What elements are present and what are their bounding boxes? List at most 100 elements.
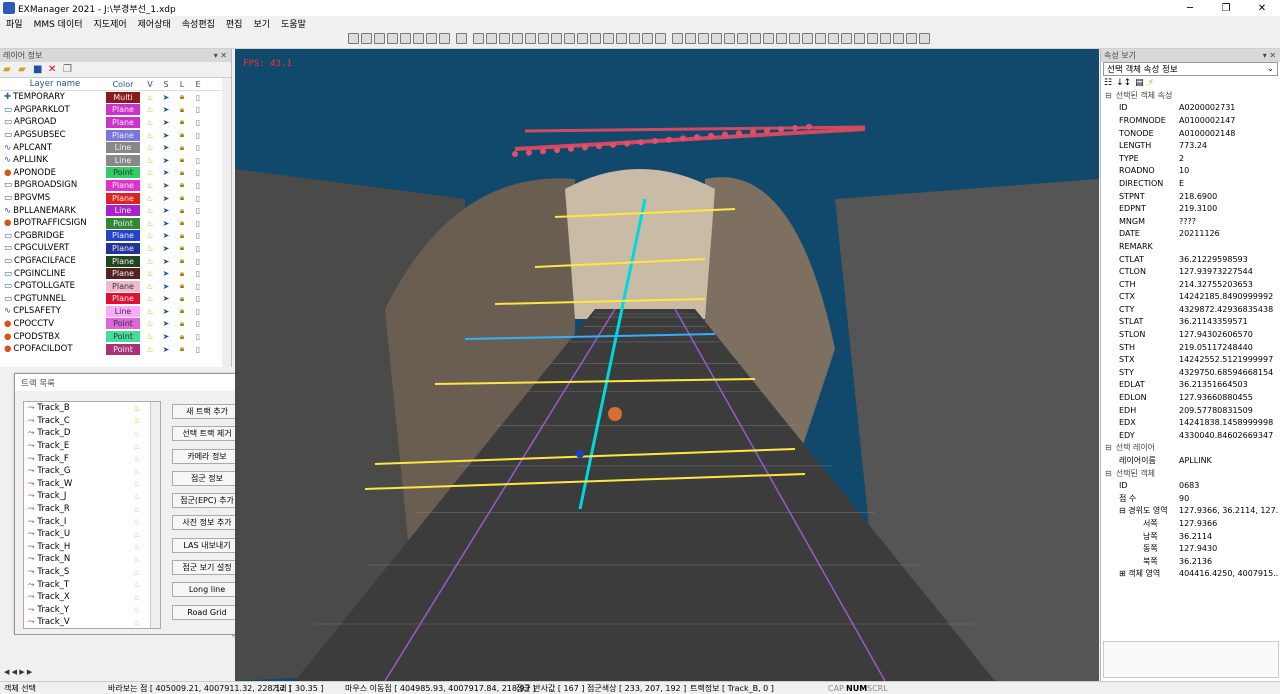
edit-page-icon[interactable]: ▯	[190, 206, 206, 215]
property-row[interactable]: LENGTH 773.24	[1101, 139, 1280, 152]
track-item[interactable]: ⤳ Track_G ♨	[24, 465, 160, 478]
track-item[interactable]: ⤳ Track_F ♨	[24, 452, 160, 465]
layer-row[interactable]: ▭ APGPARKLOT Plane ♨ ➤ 🔒︎ ▯	[0, 104, 231, 117]
track-dialog-button[interactable]: LAS 내보내기	[172, 537, 242, 553]
category-selected-layer[interactable]: ⊟ 선택 레이어	[1101, 442, 1280, 455]
property-row[interactable]: STY 4329750.68594668154	[1101, 366, 1280, 379]
lock-icon[interactable]: 🔒︎	[174, 319, 190, 329]
layer-row[interactable]: ▭ BPGROADSIGN Plane ♨ ➤ 🔒︎ ▯	[0, 179, 231, 192]
toolbar-tool-icon[interactable]	[685, 33, 696, 44]
toolbar-tool-icon[interactable]	[854, 33, 865, 44]
layer-color-swatch[interactable]: Plane	[106, 268, 140, 280]
layer-color-swatch[interactable]: Point	[106, 318, 140, 330]
bulb-icon[interactable]: ♨	[133, 467, 147, 476]
toolbar-tool-icon[interactable]	[400, 33, 411, 44]
toolbar-tool-icon[interactable]	[525, 33, 536, 44]
point-cloud-scene[interactable]	[235, 49, 1099, 681]
toolbar-tool-icon[interactable]	[642, 33, 653, 44]
toolbar-tool-icon[interactable]	[841, 33, 852, 44]
property-row[interactable]: 남쪽 36.2114	[1101, 530, 1280, 543]
layer-color-swatch[interactable]: Plane	[106, 230, 140, 242]
toolbar-tool-icon[interactable]	[413, 33, 424, 44]
layer-row[interactable]: ▭ APGSUBSEC Plane ♨ ➤ 🔒︎ ▯	[0, 129, 231, 142]
lock-icon[interactable]: 🔒︎	[174, 180, 190, 190]
toolbar-tool-icon[interactable]	[439, 33, 450, 44]
track-dialog-button[interactable]: 카메라 정보	[172, 448, 242, 464]
property-row[interactable]: MNGM????	[1101, 215, 1280, 228]
track-dialog-button[interactable]: 점군 정보	[172, 470, 242, 486]
visibility-bulb-icon[interactable]: ♨	[142, 231, 158, 240]
property-row[interactable]: DIRECTION E	[1101, 177, 1280, 190]
track-item[interactable]: ⤳ Track_J ♨	[24, 490, 160, 503]
property-row[interactable]: FROMNODE A0100002147	[1101, 114, 1280, 127]
property-select[interactable]: 선택 객체 속성 정보 ⌄	[1103, 62, 1278, 76]
bulb-icon[interactable]: ♨	[133, 530, 147, 539]
menu-mms[interactable]: MMS 데이터	[34, 17, 83, 30]
restore-icon[interactable]: ❐	[1208, 0, 1244, 16]
minimize-icon[interactable]: ─	[1172, 0, 1208, 16]
menu-help[interactable]: 도움말	[281, 17, 306, 30]
layer-color-swatch[interactable]: Point	[106, 331, 140, 343]
property-row[interactable]: CTH 214.32755203653	[1101, 278, 1280, 291]
lock-icon[interactable]: 🔒︎	[174, 206, 190, 216]
toolbar-tool-icon[interactable]	[698, 33, 709, 44]
toolbar-tool-icon[interactable]	[564, 33, 575, 44]
select-cursor-icon[interactable]: ➤	[158, 105, 174, 114]
toolbar-tool-icon[interactable]	[551, 33, 562, 44]
bulb-icon[interactable]: ♨	[133, 580, 147, 589]
toolbar-tool-icon[interactable]	[538, 33, 549, 44]
track-item[interactable]: ⤳ Track_I ♨	[24, 515, 160, 528]
layer-row[interactable]: ● CPOCCTV Point ♨ ➤ 🔒︎ ▯	[0, 318, 231, 331]
lock-icon[interactable]: 🔒︎	[174, 281, 190, 291]
point-cloud-viewport[interactable]: FPS: 43.1	[235, 49, 1099, 681]
edit-page-icon[interactable]: ▯	[190, 181, 206, 190]
layer-row[interactable]: ✚ TEMPORARY Multi ♨ ➤ 🔒︎ ▯	[0, 91, 231, 104]
property-row[interactable]: ID 0683	[1101, 479, 1280, 492]
toolbar-tool-icon[interactable]	[893, 33, 904, 44]
bulb-icon[interactable]: ♨	[133, 517, 147, 526]
property-row[interactable]: 점 수 90	[1101, 492, 1280, 505]
property-row-object-area[interactable]: ⊞ 객체 영역 404416.4250, 4007915....	[1101, 568, 1280, 581]
edit-page-icon[interactable]: ▯	[190, 231, 206, 240]
bulb-icon[interactable]: ♨	[133, 479, 147, 488]
category-selected-object[interactable]: ⊟ 선택된 객체	[1101, 467, 1280, 480]
layer-color-swatch[interactable]: Plane	[106, 179, 140, 191]
track-item[interactable]: ⤳ Track_T ♨	[24, 578, 160, 591]
menu-control-state[interactable]: 제어상태	[138, 17, 171, 30]
visibility-bulb-icon[interactable]: ♨	[142, 194, 158, 203]
layer-row[interactable]: ▭ CPGBRIDGE Plane ♨ ➤ 🔒︎ ▯	[0, 230, 231, 243]
toolbar-tool-icon[interactable]	[374, 33, 385, 44]
bulb-icon[interactable]: ♨	[133, 542, 147, 551]
bulb-icon[interactable]: ♨	[133, 492, 147, 501]
visibility-bulb-icon[interactable]: ♨	[142, 105, 158, 114]
property-row[interactable]: EDH 209.57780831509	[1101, 404, 1280, 417]
edit-page-icon[interactable]: ▯	[190, 194, 206, 203]
visibility-bulb-icon[interactable]: ♨	[142, 244, 158, 253]
select-cursor-icon[interactable]: ➤	[158, 231, 174, 240]
select-cursor-icon[interactable]: ➤	[158, 269, 174, 278]
track-scrollbar[interactable]	[150, 402, 160, 628]
bulb-icon[interactable]: ♨	[133, 555, 147, 564]
layer-row[interactable]: ● CPOFACILDOT Point ♨ ➤ 🔒︎ ▯	[0, 343, 231, 356]
track-item[interactable]: ⤳ Track_B ♨	[24, 402, 160, 415]
bulb-icon[interactable]: ♨	[133, 454, 147, 463]
visibility-bulb-icon[interactable]: ♨	[142, 93, 158, 102]
lock-icon[interactable]: 🔒︎	[174, 269, 190, 279]
edit-page-icon[interactable]: ▯	[190, 269, 206, 278]
track-item[interactable]: ⤳ Track_N ♨	[24, 553, 160, 566]
layer-color-swatch[interactable]: Point	[106, 217, 140, 229]
property-row[interactable]: 서쪽 127.9366	[1101, 517, 1280, 530]
edit-page-icon[interactable]: ▯	[190, 257, 206, 266]
select-cursor-icon[interactable]: ➤	[158, 118, 174, 127]
close-icon[interactable]: ✕	[1244, 0, 1280, 16]
layer-row[interactable]: ▭ CPGFACILFACE Plane ♨ ➤ 🔒︎ ▯	[0, 255, 231, 268]
layer-scrollbar[interactable]	[222, 78, 231, 367]
layer-row[interactable]: ▭ CPGINCLINE Plane ♨ ➤ 🔒︎ ▯	[0, 267, 231, 280]
layer-color-swatch[interactable]: Plane	[106, 280, 140, 292]
bulb-icon[interactable]: ♨	[133, 593, 147, 602]
lock-icon[interactable]: 🔒︎	[174, 168, 190, 178]
toolbar-tool-icon[interactable]	[473, 33, 484, 44]
select-cursor-icon[interactable]: ➤	[158, 219, 174, 228]
layer-color-swatch[interactable]: Line	[106, 142, 140, 154]
visibility-bulb-icon[interactable]: ♨	[142, 118, 158, 127]
